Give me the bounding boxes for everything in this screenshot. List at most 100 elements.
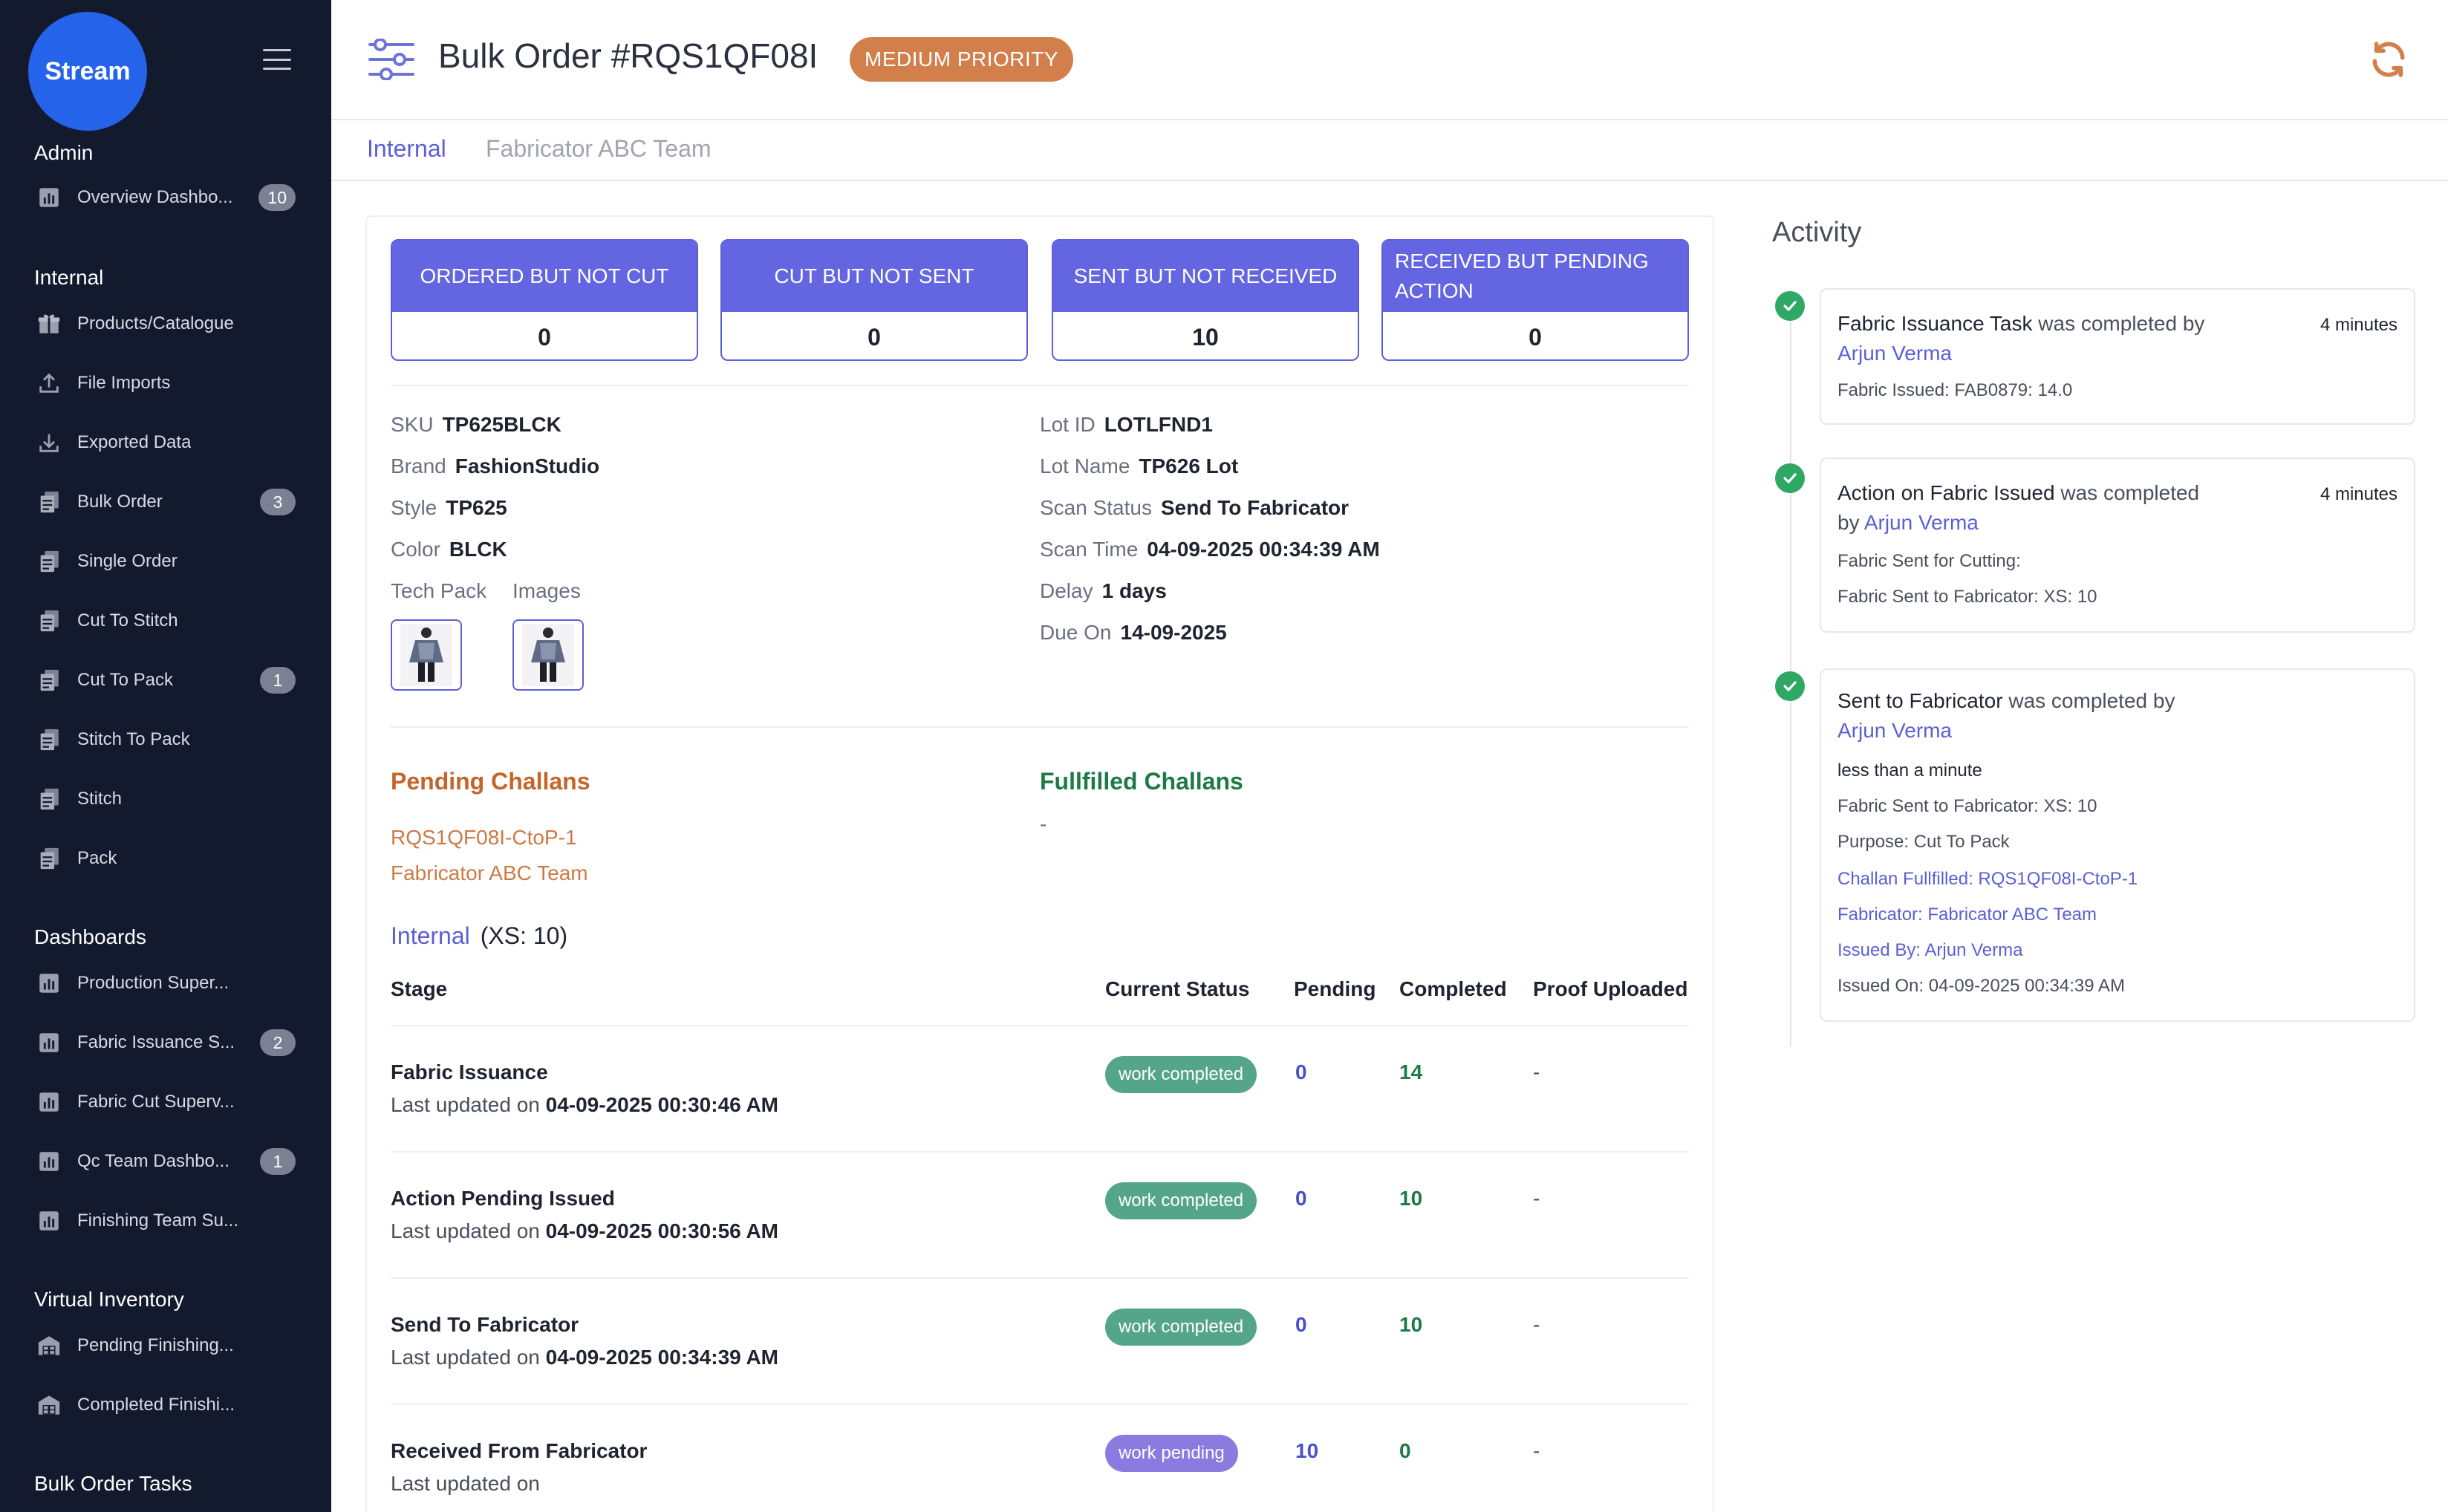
- field-color: Color BLCK: [391, 538, 507, 561]
- sidebar-item-qc-team[interactable]: Qc Team Dashbo... 1: [34, 1141, 302, 1182]
- activity-card: Sent to Fabricator was completed by Arju…: [1820, 668, 2415, 1022]
- stage-updated: Last updated on 04-09-2025 00:30:56 AM: [391, 1219, 778, 1242]
- field-due-on: Due On 14-09-2025: [1040, 621, 1227, 644]
- pending-challan-team[interactable]: Fabricator ABC Team: [391, 861, 588, 885]
- activity-detail: Fabric Sent to Fabricator: XS: 10: [1837, 587, 2097, 607]
- documents-icon: [34, 784, 64, 814]
- tab-internal[interactable]: Internal: [367, 135, 446, 163]
- field-scan-time: Scan Time 04-09-2025 00:34:39 AM: [1040, 538, 1380, 561]
- menu-icon[interactable]: [263, 49, 291, 70]
- stage-name: Fabric Issuance: [391, 1060, 548, 1084]
- sidebar-item-bulk-order[interactable]: Bulk Order 3: [34, 481, 302, 523]
- activity-detail: Fabric Sent to Fabricator: XS: 10: [1837, 796, 2097, 816]
- pending-count[interactable]: 0: [1295, 1313, 1307, 1337]
- tab-fabricator-abc-team[interactable]: Fabricator ABC Team: [486, 135, 712, 163]
- section-dashboards: Dashboards: [34, 925, 146, 948]
- documents-icon: [34, 665, 64, 695]
- check-circle-icon: [1775, 463, 1805, 493]
- completed-count[interactable]: 14: [1399, 1060, 1422, 1084]
- label-tech-pack: Tech Pack: [391, 579, 487, 602]
- stat-received-pending-action[interactable]: RECEIVED BUT PENDING ACTION 0: [1381, 239, 1689, 361]
- sidebar-item-fabric-cut[interactable]: Fabric Cut Superv...: [34, 1081, 302, 1123]
- sidebar-item-label: Pack: [77, 848, 117, 868]
- warehouse-icon: [34, 1390, 64, 1420]
- stat-cut-not-sent[interactable]: CUT BUT NOT SENT 0: [720, 239, 1028, 361]
- pending-challan-link[interactable]: RQS1QF08I-CtoP-1: [391, 826, 577, 850]
- field-sku: SKU TP625BLCK: [391, 413, 561, 436]
- stat-value: 10: [1192, 323, 1219, 351]
- sidebar-item-label: Fabric Cut Superv...: [77, 1092, 235, 1112]
- filter-sliders-icon[interactable]: [368, 39, 414, 80]
- proof-uploaded: -: [1533, 1187, 1540, 1210]
- garment-model-icon: [522, 624, 574, 686]
- sidebar-item-stitch[interactable]: Stitch: [34, 778, 302, 820]
- completed-count[interactable]: 10: [1399, 1187, 1422, 1210]
- stream-logo[interactable]: Stream: [28, 12, 147, 131]
- sidebar-item-exported-data[interactable]: Exported Data: [34, 422, 302, 463]
- divider: [391, 1025, 1689, 1026]
- sidebar-item-label: Completed Finishi...: [77, 1395, 235, 1415]
- status-badge: work completed: [1105, 1056, 1257, 1093]
- challan-fulfilled-link[interactable]: Challan Fullfilled: RQS1QF08I-CtoP-1: [1837, 869, 2138, 890]
- page-header: Bulk Order #RQS1QF08I MEDIUM PRIORITY: [331, 0, 2448, 120]
- upload-icon: [34, 368, 64, 398]
- count-badge: 10: [258, 184, 296, 211]
- tech-pack-thumbnail[interactable]: [391, 619, 462, 691]
- count-badge: 2: [260, 1029, 296, 1056]
- activity-user-link[interactable]: Arjun Verma: [1837, 342, 1952, 365]
- documents-icon: [34, 844, 64, 873]
- sidebar-item-production-supervisor[interactable]: Production Super...: [34, 962, 302, 1004]
- status-badge: work pending: [1105, 1435, 1238, 1472]
- sidebar-item-pending-finishing[interactable]: Pending Finishing...: [34, 1325, 302, 1366]
- count-badge: 3: [260, 489, 296, 515]
- sidebar-item-pack[interactable]: Pack: [34, 838, 302, 879]
- sidebar-item-file-imports[interactable]: File Imports: [34, 362, 302, 404]
- activity-detail: Fabric Sent for Cutting:: [1837, 551, 2021, 571]
- sidebar-item-label: Fabric Issuance S...: [77, 1032, 235, 1052]
- sidebar-item-completed-finishing[interactable]: Completed Finishi...: [34, 1384, 302, 1426]
- sidebar-item-finishing-team[interactable]: Finishing Team Su...: [34, 1200, 302, 1242]
- completed-count[interactable]: 10: [1399, 1313, 1422, 1337]
- col-header-proof-uploaded: Proof Uploaded: [1533, 977, 1688, 1000]
- sidebar-item-single-order[interactable]: Single Order: [34, 541, 302, 582]
- sidebar-item-products[interactable]: Products/Catalogue: [34, 303, 302, 345]
- pending-count[interactable]: 0: [1295, 1060, 1307, 1084]
- chart-icon: [34, 968, 64, 998]
- fabricator-link[interactable]: Fabricator: Fabricator ABC Team: [1837, 905, 2097, 925]
- sidebar-item-label: Stitch To Pack: [77, 729, 190, 749]
- sidebar-item-cut-to-pack[interactable]: Cut To Pack 1: [34, 659, 302, 701]
- label-images: Images: [512, 579, 581, 602]
- refresh-icon[interactable]: [2368, 39, 2409, 80]
- documents-icon: [34, 725, 64, 755]
- pending-count[interactable]: 0: [1295, 1187, 1307, 1210]
- completed-count[interactable]: 0: [1399, 1439, 1411, 1463]
- sidebar-item-label: Pending Finishing...: [77, 1335, 234, 1355]
- activity-user-link[interactable]: Arjun Verma: [1837, 719, 1952, 742]
- sidebar-item-overview-dashboard[interactable]: Overview Dashbo... 10: [34, 177, 302, 218]
- sidebar-item-cut-to-stitch[interactable]: Cut To Stitch: [34, 600, 302, 642]
- stat-label: RECEIVED BUT PENDING ACTION: [1383, 241, 1687, 312]
- section-virtual-inventory: Virtual Inventory: [34, 1288, 184, 1311]
- sidebar-item-stitch-to-pack[interactable]: Stitch To Pack: [34, 719, 302, 760]
- sidebar-item-label: Single Order: [77, 551, 178, 571]
- section-bulk-order-tasks: Bulk Order Tasks: [34, 1472, 192, 1495]
- image-thumbnail[interactable]: [512, 619, 584, 691]
- divider: [391, 1151, 1689, 1153]
- priority-badge: MEDIUM PRIORITY: [850, 37, 1074, 82]
- activity-user-link[interactable]: Arjun Verma: [1864, 511, 1979, 534]
- sidebar-item-label: Cut To Pack: [77, 670, 173, 690]
- pending-count[interactable]: 10: [1295, 1439, 1318, 1463]
- warehouse-icon: [34, 1331, 64, 1361]
- col-header-completed: Completed: [1399, 977, 1507, 1000]
- stat-sent-not-received[interactable]: SENT BUT NOT RECEIVED 10: [1052, 239, 1359, 361]
- garment-model-icon: [400, 624, 452, 686]
- sidebar-item-label: Cut To Stitch: [77, 610, 178, 630]
- sidebar-item-label: Bulk Order: [77, 492, 163, 512]
- stage-updated: Last updated on 04-09-2025 00:30:46 AM: [391, 1093, 778, 1116]
- check-circle-icon: [1775, 291, 1805, 321]
- issued-by-link[interactable]: Issued By: Arjun Verma: [1837, 940, 2022, 961]
- sidebar-item-fabric-issuance[interactable]: Fabric Issuance S... 2: [34, 1022, 302, 1063]
- sidebar-item-label: Production Super...: [77, 973, 230, 993]
- page-title: Bulk Order #RQS1QF08I: [438, 36, 818, 75]
- stat-ordered-not-cut[interactable]: ORDERED BUT NOT CUT 0: [391, 239, 698, 361]
